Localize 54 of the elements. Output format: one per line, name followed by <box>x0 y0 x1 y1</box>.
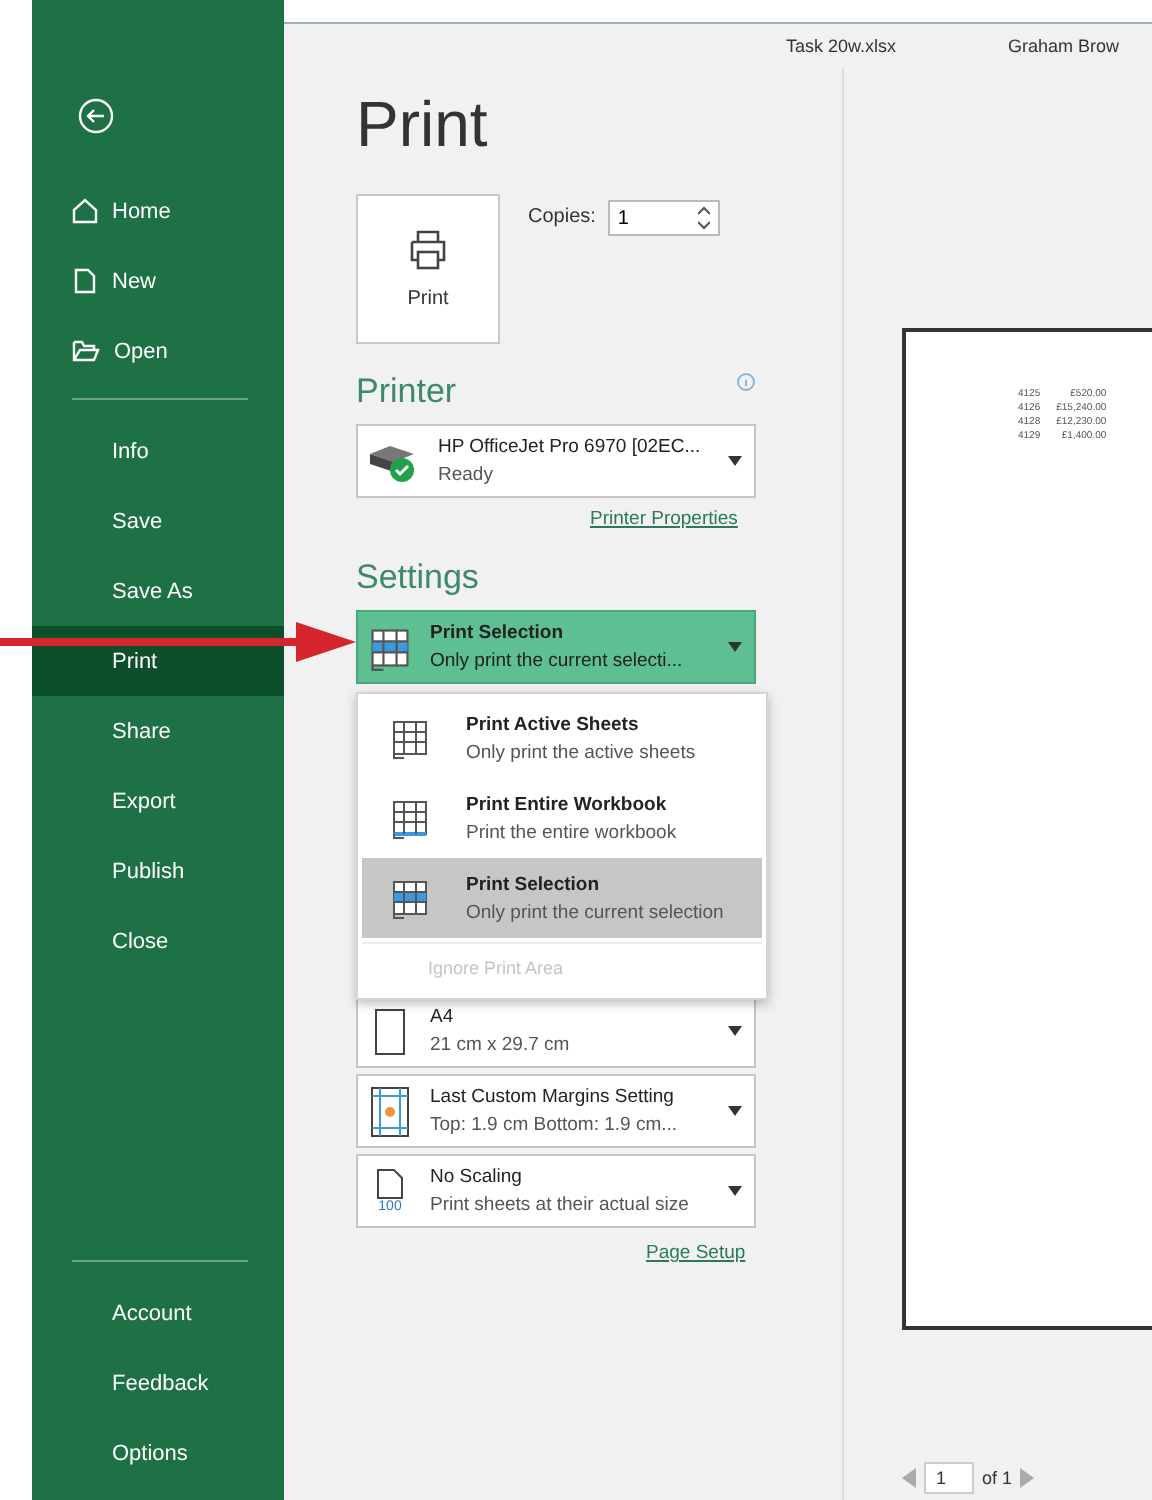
copies-field[interactable]: 1 <box>607 200 720 236</box>
selection-icon <box>388 876 432 920</box>
caret-icon <box>728 642 742 652</box>
page-icon <box>376 1168 404 1200</box>
workbook-icon <box>388 796 432 840</box>
nav-item[interactable]: Save <box>32 486 284 556</box>
nav-item[interactable]: Save As <box>32 556 284 626</box>
nav-item[interactable]: Home <box>112 199 171 223</box>
nav-item[interactable]: New <box>112 269 157 293</box>
previous-page-icon[interactable] <box>902 1468 916 1488</box>
print-button[interactable]: Print <box>356 194 500 344</box>
home-icon <box>72 198 98 224</box>
nav-item[interactable]: Open <box>114 339 168 363</box>
margins-icon <box>370 1085 410 1137</box>
document-icon <box>72 268 98 294</box>
settings-dropdown[interactable]: A4 21 cm x 29.7 cm <box>356 994 756 1068</box>
printer-dropdown[interactable]: HP OfficeJet Pro 6970 [02EC... Ready <box>356 424 756 498</box>
settings-heading: Settings <box>356 558 479 598</box>
print-what-dropdown[interactable]: Print Selection Only print the current selecti... <box>356 610 756 684</box>
menu-item[interactable]: Print Selection Only print the current selection <box>362 858 762 938</box>
page-icon <box>374 1007 406 1055</box>
menu-item[interactable]: Print Entire Workbook Print the entire workbook <box>362 778 762 858</box>
nav-item[interactable]: Export <box>32 766 284 836</box>
nav-item[interactable]: Close <box>32 906 284 976</box>
sheet-icon <box>388 716 432 760</box>
caret-icon <box>728 1186 742 1196</box>
nav-item[interactable]: Options <box>32 1418 284 1488</box>
menu-item: Ignore Print Area <box>362 942 762 990</box>
nav-item[interactable]: Account <box>32 1278 284 1348</box>
caret-icon <box>728 1106 742 1116</box>
caret-icon <box>728 1026 742 1036</box>
printer-heading: Printer <box>356 372 457 412</box>
next-page-icon[interactable] <box>1020 1468 1035 1488</box>
selection-icon <box>366 623 414 671</box>
nav-item[interactable]: Feedback <box>32 1348 284 1418</box>
printer-icon <box>406 228 450 272</box>
printer-properties-link[interactable]: Printer Properties <box>590 508 738 530</box>
nav-item[interactable]: Info <box>32 416 284 486</box>
page-setup-link[interactable]: Page Setup <box>646 1242 746 1264</box>
caret-icon <box>728 456 742 466</box>
file-name: Task 20w.xlsx <box>786 36 897 56</box>
copies-label: Copies: <box>528 206 596 228</box>
nav-item[interactable]: Publish <box>32 836 284 906</box>
info-icon[interactable] <box>736 372 756 392</box>
back-icon[interactable] <box>76 96 116 136</box>
page-number-field[interactable]: 1 <box>924 1462 974 1494</box>
nav-item[interactable]: Share <box>32 696 284 766</box>
spinner-icon[interactable] <box>697 206 710 230</box>
folder-icon <box>72 338 100 364</box>
page-count: of 1 <box>982 1468 1013 1488</box>
page-title: Print <box>356 88 490 162</box>
menu-item[interactable]: Print Active Sheets Only print the active sheets <box>362 698 762 778</box>
user-name: Graham Brow <box>1008 36 1120 56</box>
settings-dropdown[interactable]: Last Custom Margins Setting Top: 1.9 cm Bottom: 1.9 cm... <box>356 1074 756 1148</box>
